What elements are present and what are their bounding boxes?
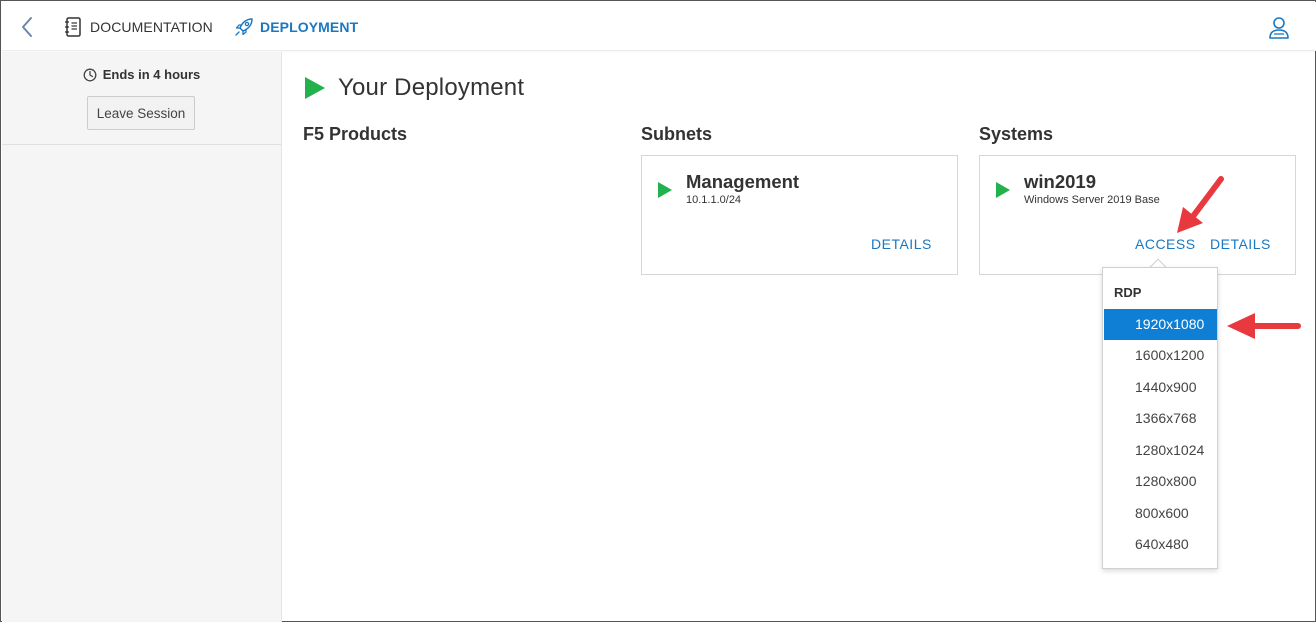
subnet-card: Management 10.1.1.0/24 DETAILS: [641, 155, 958, 275]
system-os: Windows Server 2019 Base: [1024, 194, 1160, 206]
rdp-header: RDP: [1114, 285, 1142, 300]
system-details-link[interactable]: DETAILS: [1210, 236, 1271, 252]
subnets-heading: Subnets: [641, 124, 713, 144]
system-access-link[interactable]: ACCESS: [1135, 236, 1196, 252]
page-header: Your Deployment: [304, 74, 524, 102]
subnet-cidr: 10.1.1.0/24: [686, 194, 742, 206]
resolution-option-800x600[interactable]: 800x600: [1104, 498, 1217, 529]
notebook-icon: [63, 16, 85, 38]
nav-documentation[interactable]: DOCUMENTATION: [63, 2, 213, 51]
subnet-details-link[interactable]: DETAILS: [871, 236, 932, 252]
session-panel: Ends in 4 hours Leave Session: [2, 52, 281, 145]
page-title: Your Deployment: [338, 74, 525, 101]
system-card: win2019 Windows Server 2019 Base ACCESS …: [979, 155, 1296, 275]
session-ends-text: Ends in 4 hours: [102, 67, 201, 82]
f5-products-heading: F5 Products: [303, 124, 408, 144]
back-chevron-icon[interactable]: [18, 15, 38, 39]
subnet-title: Management: [686, 171, 800, 192]
clock-icon: [83, 68, 97, 82]
system-title: win2019: [1024, 171, 1096, 192]
play-icon: [304, 76, 326, 100]
user-profile-icon[interactable]: [1267, 15, 1291, 41]
resolution-option-1280x800[interactable]: 1280x800: [1104, 466, 1217, 497]
leave-session-button[interactable]: Leave Session: [87, 96, 195, 130]
rocket-icon: [233, 16, 255, 38]
access-dropdown-menu: RDP 1920x1080 1600x1200 1440x900 1366x76…: [1102, 267, 1218, 569]
resolution-option-1600x1200[interactable]: 1600x1200: [1104, 340, 1217, 371]
play-icon: [995, 181, 1011, 199]
resolution-option-1280x1024[interactable]: 1280x1024: [1104, 435, 1217, 466]
systems-heading: Systems: [979, 124, 1054, 144]
nav-deployment[interactable]: DEPLOYMENT: [233, 2, 358, 51]
nav-deployment-label: DEPLOYMENT: [260, 18, 359, 35]
nav-documentation-label: DOCUMENTATION: [90, 18, 213, 35]
session-sidebar: Ends in 4 hours Leave Session: [2, 52, 282, 622]
resolution-option-1920x1080[interactable]: 1920x1080: [1104, 309, 1217, 340]
resolution-option-1440x900[interactable]: 1440x900: [1104, 372, 1217, 403]
play-icon: [657, 181, 673, 199]
app-window: DOCUMENTATION DEPLOYMENT Ends in 4 hours…: [0, 0, 1316, 622]
session-timer: Ends in 4 hours: [2, 67, 281, 82]
resolution-option-640x480[interactable]: 640x480: [1104, 529, 1217, 560]
resolution-option-1366x768[interactable]: 1366x768: [1104, 403, 1217, 434]
top-nav-bar: DOCUMENTATION DEPLOYMENT: [2, 2, 1316, 51]
